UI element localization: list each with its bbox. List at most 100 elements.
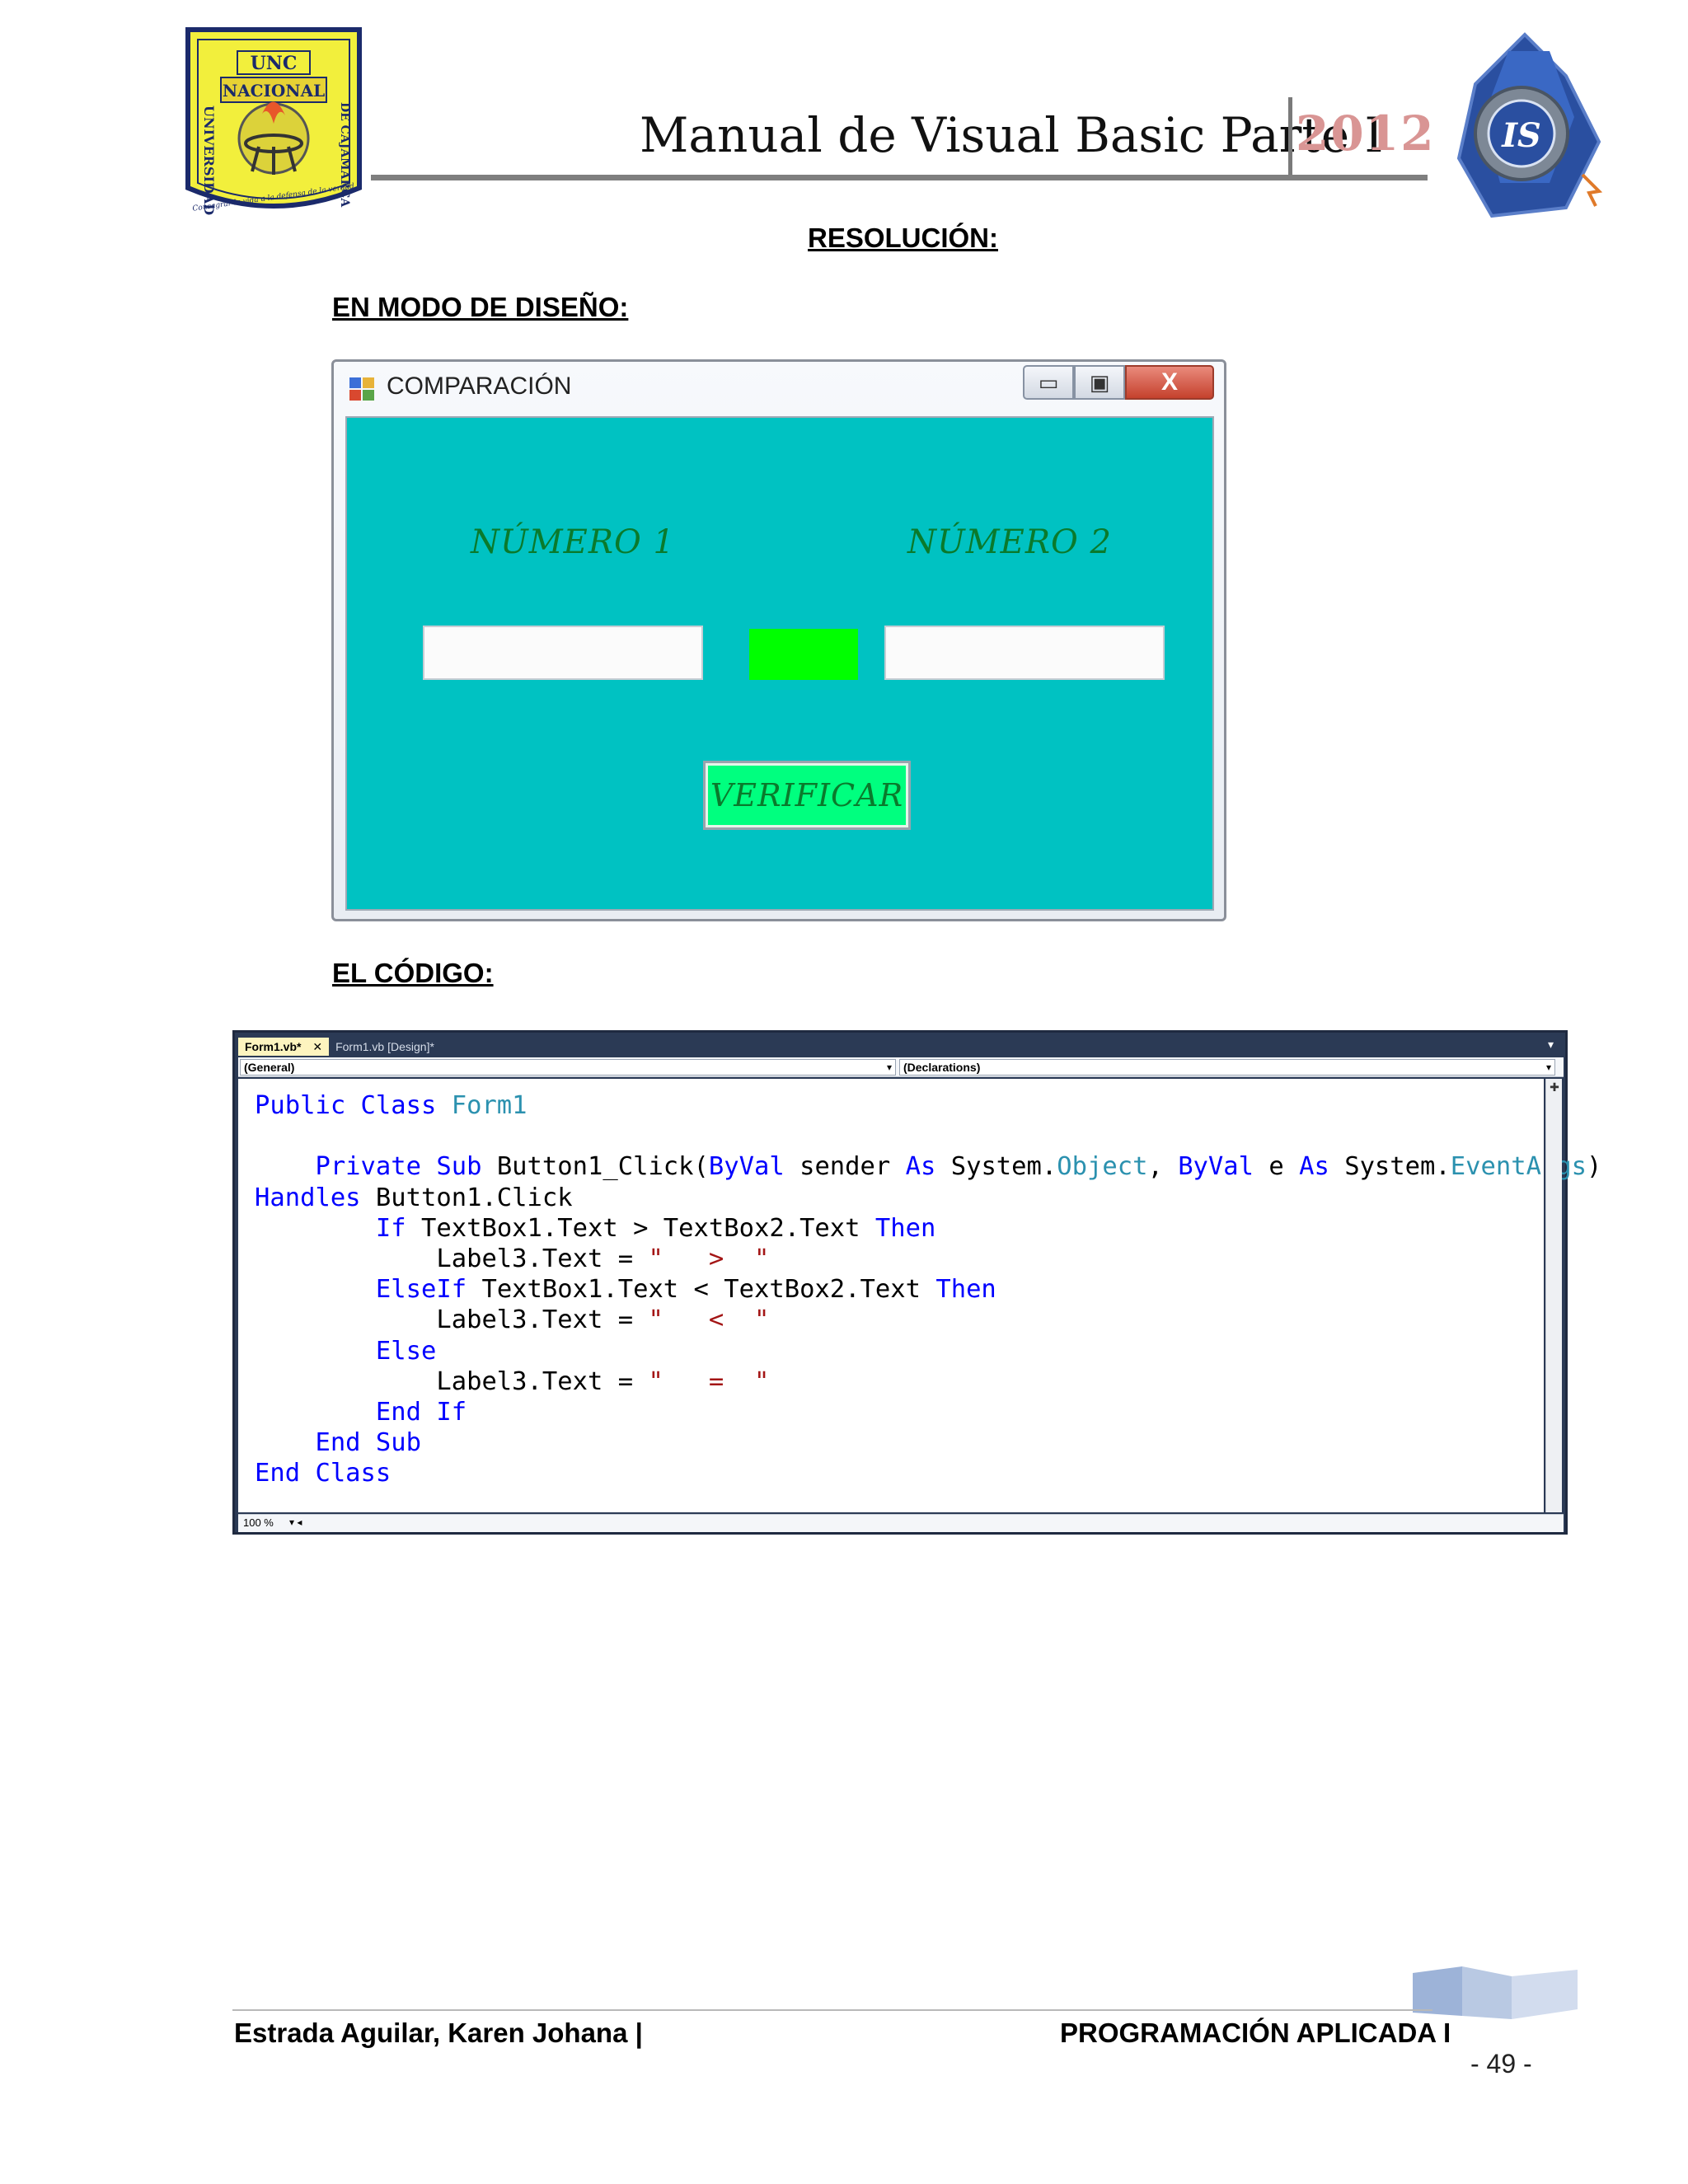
code-navigation-bar: (General) ▾ (Declarations) ▾ xyxy=(238,1057,1564,1077)
code-token: Then xyxy=(935,1275,996,1305)
code-token: e xyxy=(1268,1152,1300,1182)
code-line: Private Sub Button1_Click(ByVal sender A… xyxy=(255,1151,1601,1182)
code-text[interactable]: Public Class Form1 Private Sub Button1_C… xyxy=(255,1090,1601,1489)
code-token: Form1 xyxy=(451,1091,528,1120)
numero2-label: NÚMERO 2 xyxy=(907,523,1112,561)
tab-label: Form1.vb* xyxy=(245,1040,302,1053)
code-token: Else xyxy=(375,1336,437,1366)
window-controls: ▭ ▣ X xyxy=(1023,365,1214,400)
textbox2-input[interactable] xyxy=(884,626,1165,680)
code-token: Object xyxy=(1057,1152,1148,1182)
manual-year: 2012 xyxy=(1296,105,1436,162)
footer-author: Estrada Aguilar, Karen Johana | xyxy=(234,2018,643,2048)
code-line: End Sub xyxy=(255,1427,1601,1458)
svg-text:UNIVERSIDAD: UNIVERSIDAD xyxy=(201,105,217,215)
tab-dropdown-icon[interactable]: ▾ xyxy=(1548,1038,1554,1052)
code-line: Public Class Form1 xyxy=(255,1090,1601,1121)
form-client-area: NÚMERO 1 NÚMERO 2 VERIFICAR xyxy=(345,416,1214,911)
vertical-scrollbar[interactable]: ✚ xyxy=(1545,1079,1562,1512)
chevron-down-icon: ▾ xyxy=(886,1062,892,1073)
editor-status-bar: 100 % ▾ ◂ xyxy=(238,1514,1564,1532)
code-token: End Class xyxy=(255,1459,392,1488)
code-token: EventArgs xyxy=(1450,1152,1587,1182)
code-line: Label3.Text = " > " xyxy=(255,1244,1601,1274)
code-line: Label3.Text = " < " xyxy=(255,1305,1601,1335)
title-separator xyxy=(1288,97,1292,178)
textbox1-input[interactable] xyxy=(423,626,703,680)
code-token: As xyxy=(905,1152,951,1182)
code-heading: EL CÓDIGO: xyxy=(332,958,494,988)
code-token: sender xyxy=(799,1152,906,1182)
comparacion-form-window: COMPARACIÓN ▭ ▣ X NÚMERO 1 NÚMERO 2 VERI… xyxy=(331,359,1226,921)
resolucion-heading: RESOLUCIÓN: xyxy=(808,223,998,253)
code-line: Label3.Text = " = " xyxy=(255,1366,1601,1397)
code-token: ElseIf xyxy=(375,1275,482,1305)
label3-result xyxy=(749,629,858,680)
code-line: ElseIf TextBox1.Text < TextBox2.Text The… xyxy=(255,1274,1601,1305)
footer-course: PROGRAMACIÓN APLICADA I xyxy=(1060,2018,1451,2048)
code-token: Handles xyxy=(255,1183,376,1212)
close-button[interactable]: X xyxy=(1125,365,1214,400)
footer-rule xyxy=(232,2009,1432,2011)
split-icon[interactable]: ✚ xyxy=(1546,1079,1563,1095)
svg-text:UNC: UNC xyxy=(251,53,298,74)
member-combo[interactable]: (Declarations) ▾ xyxy=(899,1059,1555,1076)
code-token: Label3.Text = xyxy=(255,1305,649,1335)
editor-tabs: Form1.vb* ✕ Form1.vb [Design]* xyxy=(238,1038,441,1056)
maximize-button[interactable]: ▣ xyxy=(1074,365,1125,400)
code-token: As xyxy=(1299,1152,1345,1182)
chevron-down-icon: ▾ xyxy=(1545,1062,1551,1073)
code-token: " = " xyxy=(648,1366,770,1396)
chevron-down-icon[interactable]: ▾ ◂ xyxy=(289,1516,302,1528)
object-combo-value: (General) xyxy=(244,1061,295,1074)
tab-label: Form1.vb [Design]* xyxy=(335,1040,434,1053)
verificar-button[interactable]: VERIFICAR xyxy=(703,761,911,830)
code-token: Label3.Text = xyxy=(255,1244,649,1274)
svg-text:NACIONAL: NACIONAL xyxy=(223,81,325,101)
zoom-level[interactable]: 100 % xyxy=(243,1516,274,1529)
code-token: " < " xyxy=(648,1305,770,1335)
code-token: , xyxy=(1147,1152,1179,1182)
code-token: Button1_Click( xyxy=(496,1152,709,1182)
manual-title: Manual de Visual Basic Parte I xyxy=(640,107,1384,163)
code-token: End If xyxy=(375,1398,467,1427)
code-token: End Sub xyxy=(315,1428,421,1458)
footer-ribbon-decoration xyxy=(1413,1966,1578,2019)
code-token: " > " xyxy=(648,1244,770,1274)
page-number: - 49 - xyxy=(1470,2049,1532,2079)
code-line: Else xyxy=(255,1336,1601,1366)
svg-text:IS: IS xyxy=(1501,116,1541,155)
close-icon[interactable]: ✕ xyxy=(312,1040,322,1053)
code-line: End Class xyxy=(255,1458,1601,1488)
code-area[interactable]: Public Class Form1 Private Sub Button1_C… xyxy=(238,1079,1601,1512)
code-token: Public Class xyxy=(255,1091,452,1120)
minimize-button[interactable]: ▭ xyxy=(1023,365,1074,400)
tab-form1-design[interactable]: Form1.vb [Design]* xyxy=(329,1038,441,1056)
code-token: Then xyxy=(874,1213,936,1243)
object-combo[interactable]: (General) ▾ xyxy=(240,1059,896,1076)
code-token: Private Sub xyxy=(315,1152,497,1182)
code-token: System. xyxy=(950,1152,1057,1182)
systems-engineering-logo: IS xyxy=(1456,32,1603,218)
code-token: System. xyxy=(1344,1152,1451,1182)
design-mode-heading: EN MODO DE DISEÑO: xyxy=(332,292,629,322)
code-token: If xyxy=(375,1213,421,1243)
member-combo-value: (Declarations) xyxy=(903,1061,981,1074)
code-line: If TextBox1.Text > TextBox2.Text Then xyxy=(255,1213,1601,1244)
code-token: ByVal xyxy=(708,1152,800,1182)
code-editor-window: Form1.vb* ✕ Form1.vb [Design]* ▾ (Genera… xyxy=(232,1030,1601,1535)
window-title: COMPARACIÓN xyxy=(387,373,572,400)
form-app-icon xyxy=(349,377,374,401)
header-rule xyxy=(371,175,1428,180)
numero1-label: NÚMERO 1 xyxy=(471,523,675,561)
code-token: ByVal xyxy=(1178,1152,1269,1182)
tab-form1-code[interactable]: Form1.vb* ✕ xyxy=(238,1038,330,1056)
code-line: Handles Button1.Click xyxy=(255,1183,1601,1213)
code-line: End If xyxy=(255,1397,1601,1427)
